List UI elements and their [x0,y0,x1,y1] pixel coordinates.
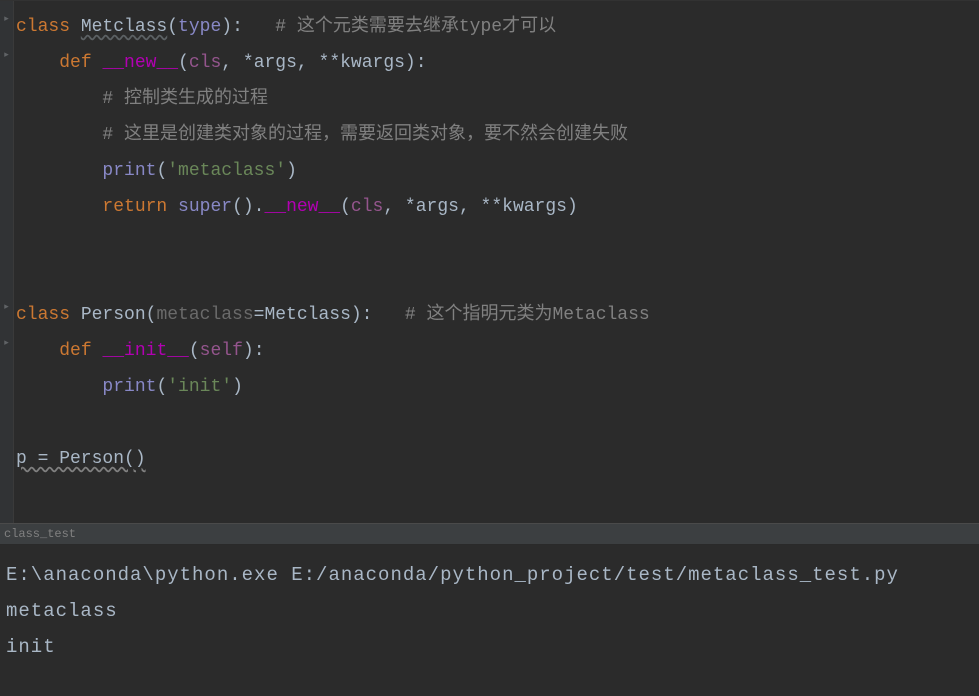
code-line[interactable]: # 控制类生成的过程 [16,81,979,117]
code-line[interactable]: print('init') [16,369,979,405]
code-line[interactable] [16,261,979,297]
fold-icon[interactable]: ▸ [1,51,12,62]
gutter: ▸ ▸ ▸ ▸ [0,1,14,523]
code-line[interactable]: class Metclass(type): # 这个元类需要去继承type才可以 [16,9,979,45]
code-line[interactable]: class Person(metaclass=Metclass): # 这个指明… [16,297,979,333]
fold-icon[interactable]: ▸ [1,15,12,26]
console-line: E:\anaconda\python.exe E:/anaconda/pytho… [4,557,975,593]
code-line[interactable]: p = Person() [16,441,979,477]
console-output[interactable]: E:\anaconda\python.exe E:/anaconda/pytho… [0,545,979,696]
code-content[interactable]: class Metclass(type): # 这个元类需要去继承type才可以… [0,1,979,477]
console-line: init [4,629,975,665]
console-line: metaclass [4,593,975,629]
code-line[interactable]: def __init__(self): [16,333,979,369]
fold-icon[interactable]: ▸ [1,339,12,350]
code-line[interactable]: # 这里是创建类对象的过程，需要返回类对象，要不然会创建失败 [16,117,979,153]
code-line[interactable] [16,225,979,261]
code-line[interactable] [16,405,979,441]
code-editor[interactable]: ▸ ▸ ▸ ▸ class Metclass(type): # 这个元类需要去继… [0,1,979,523]
console-tab[interactable]: class_test [0,523,979,545]
code-line[interactable]: return super().__new__(cls, *args, **kwa… [16,189,979,225]
fold-icon[interactable]: ▸ [1,303,12,314]
console-tab-label: class_test [4,527,76,541]
code-line[interactable]: def __new__(cls, *args, **kwargs): [16,45,979,81]
code-line[interactable]: print('metaclass') [16,153,979,189]
